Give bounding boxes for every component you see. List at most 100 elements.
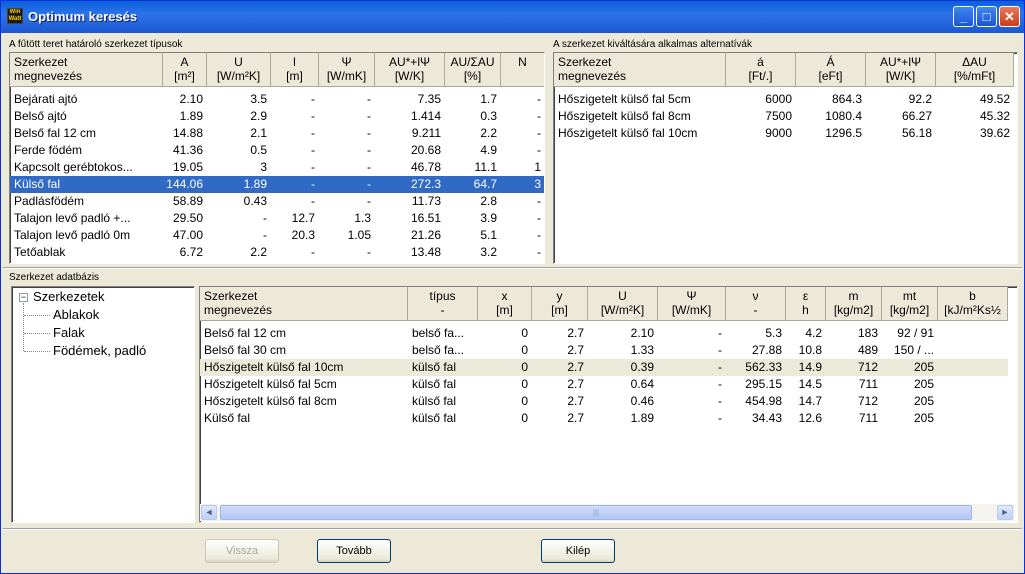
column-header-unit: [%] bbox=[463, 69, 482, 83]
column-header[interactable]: m [kg/m2] bbox=[826, 287, 882, 321]
section-divider bbox=[3, 267, 1022, 269]
column-header[interactable]: AU*+lΨ [W/K] bbox=[375, 53, 445, 87]
column-header[interactable]: b [kJ/m²Ks½ bbox=[938, 287, 1008, 321]
title-bar[interactable]: Win Watt Optimum keresés _ □ ✕ bbox=[1, 1, 1024, 33]
column-header-label: x bbox=[501, 289, 508, 303]
table-cell: 13.48 bbox=[410, 245, 441, 259]
table-cell: 47.00 bbox=[172, 228, 203, 242]
table-row[interactable]: Hőszigetelt külső fal 8cm 7500 1080.4 66.27… bbox=[554, 108, 1014, 125]
scroll-thumb[interactable]: ||| bbox=[220, 505, 972, 520]
table-cell bbox=[938, 359, 1008, 376]
column-header[interactable]: á [Ft/.] bbox=[726, 53, 796, 87]
table-cell: - bbox=[718, 411, 722, 425]
structure-tree[interactable]: − Szerkezetek Ablakok Falak Födémek, pad… bbox=[11, 286, 195, 523]
column-header[interactable]: típus - bbox=[408, 287, 478, 321]
alternatives-table[interactable]: Szerkezet megnevezés á [Ft/.] Á [eFt] AU*+lΨ [W… bbox=[553, 52, 1018, 264]
table-cell: 46.78 bbox=[410, 160, 441, 174]
table-cell: 34.43 bbox=[751, 411, 782, 425]
table-cell: 0.46 bbox=[630, 394, 654, 408]
database-table[interactable]: Szerkezet megnevezés típus - x [m] y [m] U [W/m²K… bbox=[199, 286, 1018, 523]
table-cell: Kapcsolt gerébtokos... bbox=[14, 160, 133, 174]
table-cell bbox=[938, 393, 1008, 410]
tree-item-root[interactable]: Szerkezetek bbox=[33, 289, 105, 304]
tree-item-fodemek[interactable]: Födémek, padló bbox=[53, 343, 146, 358]
table-row[interactable]: Hőszigetelt külső fal 5cm 6000 864.3 92.2 49… bbox=[554, 91, 1014, 108]
column-header[interactable]: ΔAU [%/mFt] bbox=[936, 53, 1014, 87]
table-cell: - bbox=[537, 211, 541, 225]
table-row[interactable]: Tetőablak 6.72 2.2 - - 13.48 3.2 - bbox=[10, 244, 544, 261]
column-header[interactable]: y [m] bbox=[532, 287, 588, 321]
column-header[interactable]: mt [kg/m2] bbox=[882, 287, 938, 321]
scroll-left-icon[interactable]: ◄ bbox=[201, 505, 217, 520]
column-header-unit: [W/m²K] bbox=[600, 303, 645, 317]
table-cell: 2.7 bbox=[567, 394, 584, 408]
table-cell: 1.89 bbox=[243, 177, 267, 191]
table-cell: - bbox=[367, 177, 371, 191]
table-cell: 2.2 bbox=[250, 245, 267, 259]
table-cell: 12.7 bbox=[291, 211, 315, 225]
column-header[interactable]: l [m] bbox=[271, 53, 319, 87]
table-cell: 0 bbox=[521, 343, 528, 357]
table-row[interactable]: Hőszigetelt külső fal 8cm külső fal 0 2.7 0.… bbox=[200, 393, 1008, 410]
table-row[interactable]: Ferde födém 41.36 0.5 - - 20.68 4.9 - bbox=[10, 142, 544, 159]
table-cell: 6.72 bbox=[179, 245, 203, 259]
table-cell: - bbox=[367, 143, 371, 157]
table-row[interactable]: Hőszigetelt külső fal 5cm külső fal 0 2.7 0.… bbox=[200, 376, 1008, 393]
column-header[interactable]: ν- bbox=[726, 287, 786, 321]
table-cell: külső fal bbox=[412, 411, 457, 425]
column-header[interactable]: εh bbox=[786, 287, 826, 321]
table-row[interactable]: Hőszigetelt külső fal 10cm külső fal 0 2.7 0… bbox=[200, 359, 1008, 376]
exit-button[interactable]: Kilép bbox=[541, 539, 615, 563]
column-header[interactable]: x [m] bbox=[478, 287, 532, 321]
tree-item-falak[interactable]: Falak bbox=[53, 325, 85, 340]
table-cell: 1.89 bbox=[630, 411, 654, 425]
table-row[interactable]: Hőszigetelt külső fal 10cm 9000 1296.5 56.1… bbox=[554, 125, 1014, 142]
back-button[interactable]: Vissza bbox=[205, 539, 279, 563]
table-cell: Ferde födém bbox=[14, 143, 83, 157]
table-row[interactable]: Belső fal 12 cm belső fa... 0 2.7 2.10 - 5.3 4.… bbox=[200, 325, 1008, 342]
table-row[interactable]: Bejárati ajtó 2.10 3.5 - - 7.35 1.7 - bbox=[10, 91, 544, 108]
horizontal-scrollbar[interactable]: ◄ ||| ► bbox=[200, 504, 1015, 521]
table-row[interactable]: Belső fal 12 cm 14.88 2.1 - - 9.211 2.2 - bbox=[10, 125, 544, 142]
table-cell: 205 bbox=[913, 394, 934, 408]
table-row[interactable]: Külső fal 144.06 1.89 - - 272.3 64.7 3 bbox=[10, 176, 544, 193]
next-button[interactable]: Tovább bbox=[317, 539, 391, 563]
table-cell: külső fal bbox=[412, 377, 457, 391]
column-header[interactable]: N bbox=[501, 53, 544, 87]
maximize-button[interactable]: □ bbox=[976, 6, 997, 27]
table-cell: Talajon levő padló 0m bbox=[14, 228, 131, 242]
column-header[interactable]: U [W/m²K] bbox=[588, 287, 658, 321]
table-cell: belső fa... bbox=[412, 343, 465, 357]
close-button[interactable]: ✕ bbox=[999, 6, 1020, 27]
table-row[interactable]: Külső fal külső fal 0 2.7 1.89 - 34.43 12.6 711 2… bbox=[200, 410, 1008, 427]
table-cell: 14.9 bbox=[798, 360, 822, 374]
column-header[interactable]: Szerkezet megnevezés bbox=[554, 53, 726, 87]
column-header[interactable]: U [W/m²K] bbox=[207, 53, 271, 87]
column-header-label: ν bbox=[752, 289, 759, 303]
table-row[interactable]: Belső ajtó 1.89 2.9 - - 1.414 0.3 - bbox=[10, 108, 544, 125]
column-header[interactable]: Ψ [W/mK] bbox=[319, 53, 375, 87]
structure-types-table[interactable]: Szerkezet megnevezés A [m²] U [W/m²K] l [m] Ψ [W/… bbox=[9, 52, 545, 264]
collapse-icon[interactable]: − bbox=[19, 293, 28, 302]
column-header[interactable]: Szerkezet megnevezés bbox=[10, 53, 163, 87]
column-header[interactable]: Á [eFt] bbox=[796, 53, 866, 87]
column-header[interactable]: AU*+lΨ [W/K] bbox=[866, 53, 936, 87]
table-row[interactable]: Kapcsolt gerébtokos... 19.05 3 - - 46.78 11.1 1 bbox=[10, 159, 544, 176]
column-header[interactable]: A [m²] bbox=[163, 53, 207, 87]
table-row[interactable]: Belső fal 30 cm belső fa... 0 2.7 1.33 - 27.88… bbox=[200, 342, 1008, 359]
column-header[interactable]: Ψ [W/mK] bbox=[658, 287, 726, 321]
column-header[interactable]: Szerkezet megnevezés bbox=[200, 287, 408, 321]
table-row[interactable]: Talajon levő padló 0m 47.00 - 20.3 1.05 21.26… bbox=[10, 227, 544, 244]
tree-item-ablakok[interactable]: Ablakok bbox=[53, 307, 99, 322]
column-header-unit: megnevezés bbox=[14, 69, 83, 83]
scroll-right-icon[interactable]: ► bbox=[997, 505, 1013, 520]
table-cell: 12.6 bbox=[798, 411, 822, 425]
table-cell: 2.2 bbox=[480, 126, 497, 140]
table-cell: 14.7 bbox=[798, 394, 822, 408]
table-row[interactable]: Padlásfödém 58.89 0.43 - - 11.73 2.8 - bbox=[10, 193, 544, 210]
table-cell: 2.7 bbox=[567, 411, 584, 425]
column-header[interactable]: AU/ΣAU [%] bbox=[445, 53, 501, 87]
table-cell: 20.68 bbox=[410, 143, 441, 157]
minimize-button[interactable]: _ bbox=[953, 6, 974, 27]
table-row[interactable]: Talajon levő padló +... 29.50 - 12.7 1.3 16.5… bbox=[10, 210, 544, 227]
